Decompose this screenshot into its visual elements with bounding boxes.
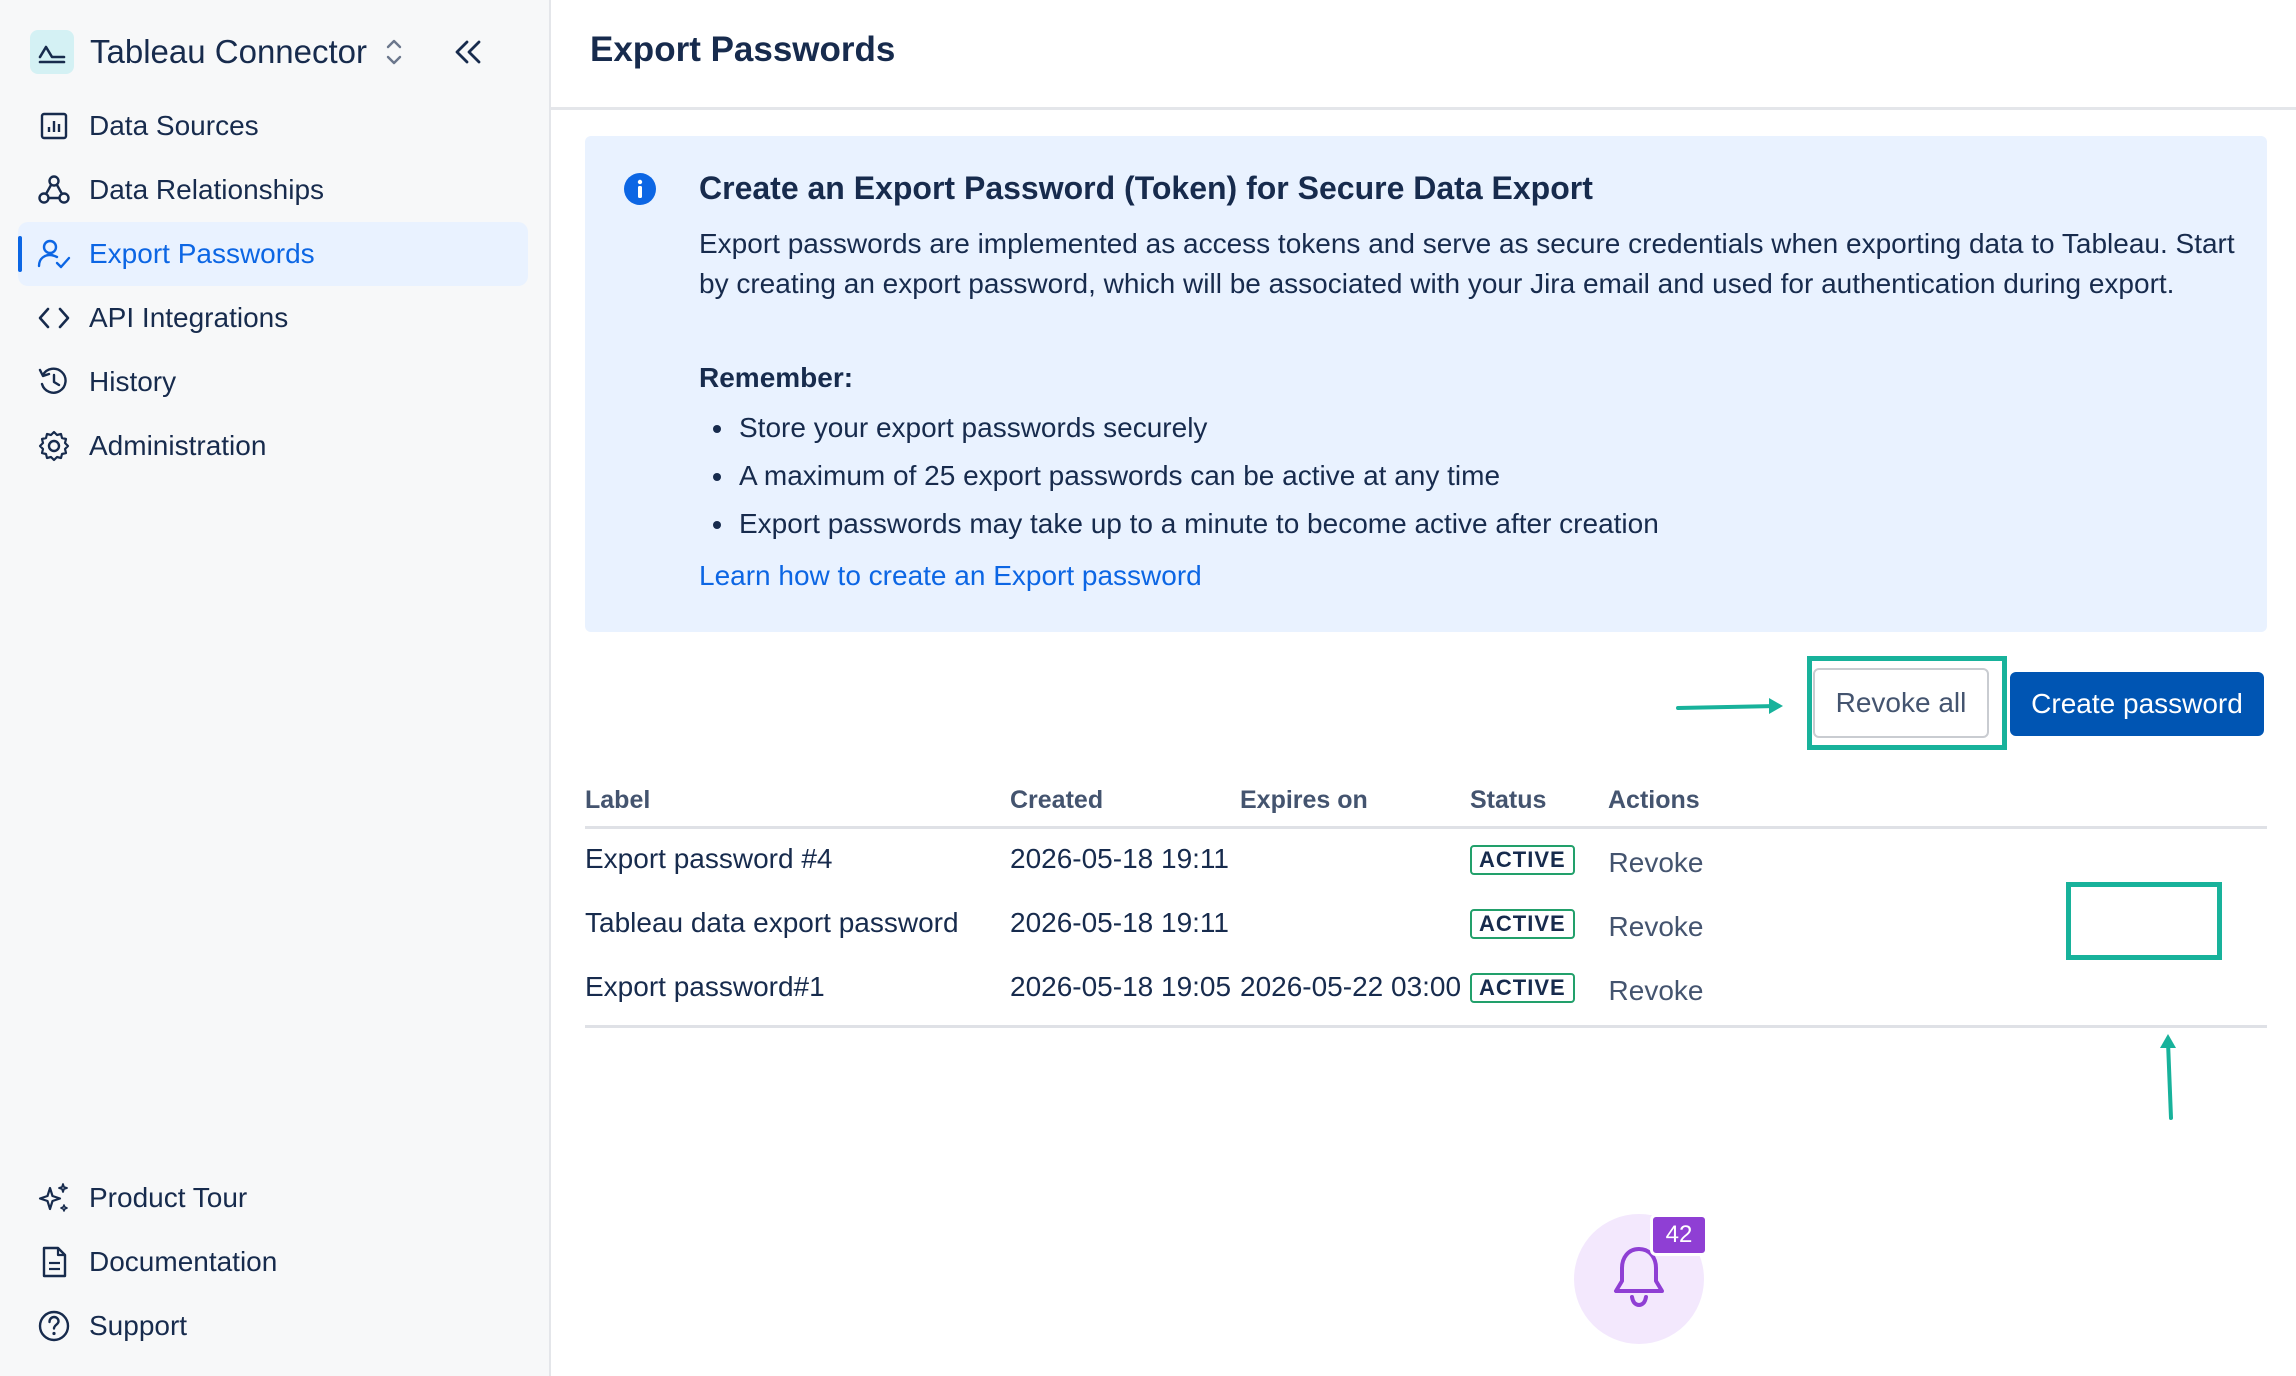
document-icon <box>36 1244 72 1280</box>
code-icon <box>36 300 72 336</box>
sidebar-item-data-relationships[interactable]: Data Relationships <box>18 158 528 222</box>
sidebar-item-export-passwords[interactable]: Export Passwords <box>18 222 528 286</box>
sidebar-footer-nav: Product Tour Documentation Support <box>18 1166 528 1358</box>
sidebar-item-documentation[interactable]: Documentation <box>18 1230 528 1294</box>
sidebar-item-history[interactable]: History <box>18 350 528 414</box>
sidebar-item-label: Administration <box>89 430 267 461</box>
sidebar-item-label: Documentation <box>89 1246 278 1277</box>
sidebar-item-label: API Integrations <box>89 302 289 333</box>
sidebar-item-label: Product Tour <box>89 1182 248 1213</box>
sidebar-item-api-integrations[interactable]: API Integrations <box>18 286 528 350</box>
sidebar-item-label: Export Passwords <box>89 238 315 269</box>
help-circle-icon <box>36 1308 72 1344</box>
sidebar-item-label: Support <box>89 1310 188 1341</box>
sidebar-item-administration[interactable]: Administration <box>18 414 528 478</box>
sidebar-item-product-tour[interactable]: Product Tour <box>18 1166 528 1230</box>
sidebar-nav: Data Sources Data Relationships Export P… <box>18 94 528 478</box>
annotation-arrows <box>1676 698 2176 1120</box>
sparkle-icon <box>36 1180 72 1216</box>
app-title: Tableau Connector <box>90 33 368 70</box>
chevron-up-down-icon[interactable] <box>385 35 403 69</box>
double-chevron-left-icon[interactable] <box>444 28 492 76</box>
sidebar-item-support[interactable]: Support <box>18 1294 528 1358</box>
app-switcher[interactable]: Tableau Connector <box>30 24 530 80</box>
history-icon <box>36 364 72 400</box>
sidebar-item-data-sources[interactable]: Data Sources <box>18 94 528 158</box>
user-check-icon <box>36 236 72 272</box>
sidebar-item-label: History <box>89 366 177 397</box>
sidebar-item-label: Data Relationships <box>89 174 325 205</box>
relationships-icon <box>36 172 72 208</box>
bar-chart-icon <box>36 108 72 144</box>
gear-icon <box>36 428 72 464</box>
notification-count-badge: 42 <box>1650 1214 1708 1256</box>
tableau-connector-logo-icon <box>30 30 74 74</box>
arrow-right-icon <box>1676 698 1783 714</box>
arrow-up-icon <box>2160 1034 2176 1120</box>
sidebar: Tableau Connector Data Sources Data Rela… <box>0 0 551 1376</box>
main-content: Export Passwords Create an Export Passwo… <box>551 0 2296 1376</box>
sidebar-item-label: Data Sources <box>89 110 259 141</box>
